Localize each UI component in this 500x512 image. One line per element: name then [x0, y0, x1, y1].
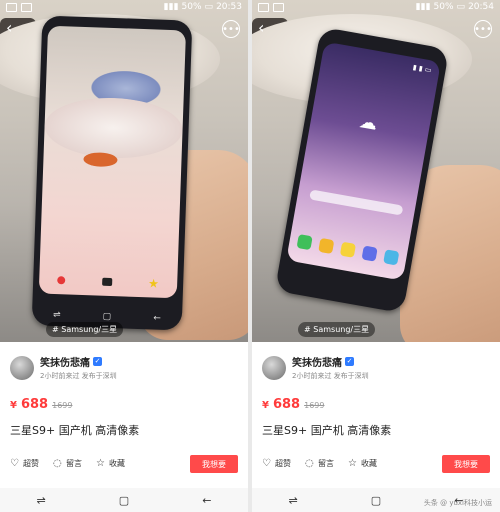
action-bar: ♡ 超赞 ◌ 留言 ☆ 收藏 [262, 458, 377, 469]
recent-apps-button[interactable]: ⇌ [289, 494, 298, 507]
status-bar: ▮▮▮ 50% ▭ 20:53 [0, 0, 248, 14]
home-button[interactable]: ▢ [371, 494, 381, 507]
search-bar [309, 189, 404, 216]
seller-name[interactable]: 笑抹伤悲痛 [292, 354, 342, 369]
watermark: 头条 @ yuxi科技小运 [423, 499, 492, 507]
heart-icon: ♡ [262, 457, 271, 469]
mini-status: ▮ ▮ ▭ [412, 63, 433, 75]
like-button[interactable]: ♡ 超赞 [10, 458, 39, 469]
camera-app-icon [383, 249, 400, 266]
signal-icon: ▮▮▮ [415, 2, 431, 12]
original-price: 1699 [304, 401, 325, 410]
price: 688 [20, 397, 49, 412]
favorite-label: 收藏 [109, 459, 125, 468]
browser-app-icon [361, 245, 378, 262]
like-button[interactable]: ♡ 超赞 [262, 458, 291, 469]
like-label: 超赞 [23, 459, 39, 468]
app-dock [295, 234, 400, 271]
listing-title: 三星S9+ 国产机 高清像素 [10, 424, 140, 437]
star-outline-icon: ☆ [96, 457, 105, 469]
listing-title: 三星S9+ 国产机 高清像素 [262, 424, 392, 437]
verified-icon: ✓ [345, 357, 354, 366]
seller-row[interactable]: 笑抹伤悲痛 ✓ 2小时前来过 发布于深圳 [262, 354, 369, 381]
signal-icon: ▮▮▮ [163, 2, 179, 12]
gallery-icon [6, 2, 17, 12]
star-icon: ★ [147, 276, 160, 291]
more-icon: ••• [474, 23, 492, 35]
record-dot-icon [57, 276, 66, 285]
price-row: ¥ 688 1699 [262, 397, 324, 412]
seller-meta: 2小时前来过 发布于深圳 [292, 372, 369, 380]
currency-symbol: ¥ [10, 400, 17, 411]
notification-icon [21, 2, 32, 12]
avatar[interactable] [10, 355, 34, 380]
time: 20:54 [468, 2, 494, 12]
price: 688 [272, 397, 301, 412]
want-button[interactable]: 我想要 [190, 455, 238, 473]
recent-icon: ⇌ [52, 310, 61, 321]
favorite-button[interactable]: ☆ 收藏 [348, 458, 377, 469]
camera-controls: ★ [39, 266, 178, 299]
recent-apps-button[interactable]: ⇌ [37, 494, 46, 507]
phone-app-icon [296, 234, 313, 251]
heart-icon: ♡ [10, 457, 19, 469]
phone-screen: ★ [38, 25, 187, 299]
camera-icon [101, 277, 112, 287]
comment-label: 留言 [66, 459, 82, 468]
cloud-icon: ☁ [357, 110, 379, 135]
want-button[interactable]: 我想要 [442, 455, 490, 473]
comparison-screenshot: ★ ⇌ ▢ ← ▮▮▮ 50% ▭ 20:53 ‹ ••• # Samsung/… [0, 0, 500, 512]
battery-percent: 50% [181, 2, 202, 12]
seller-meta: 2小时前来过 发布于深圳 [40, 372, 117, 380]
home-icon: ▢ [102, 311, 112, 323]
more-icon: ••• [222, 23, 240, 35]
chat-icon: ◌ [305, 457, 314, 469]
favorite-label: 收藏 [361, 459, 377, 468]
chat-icon: ◌ [53, 457, 62, 469]
listing-info: 笑抹伤悲痛 ✓ 2小时前来过 发布于深圳 ¥ 688 1699 三星S9+ 国产… [252, 342, 500, 512]
seller-row[interactable]: 笑抹伤悲痛 ✓ 2小时前来过 发布于深圳 [10, 354, 117, 381]
product-photo[interactable]: ★ ⇌ ▢ ← ▮▮▮ 50% ▭ 20:53 ‹ ••• # Samsung/… [0, 0, 248, 342]
verified-icon: ✓ [93, 357, 102, 366]
brand-tag[interactable]: # Samsung/三星 [298, 322, 376, 337]
more-button[interactable]: ••• [222, 20, 240, 38]
status-bar: ▮▮▮ 50% ▭ 20:54 [252, 0, 500, 14]
seller-name[interactable]: 笑抹伤悲痛 [40, 354, 90, 369]
like-label: 超赞 [275, 459, 291, 468]
gallery-icon [258, 2, 269, 12]
home-button[interactable]: ▢ [119, 494, 129, 507]
system-nav-bar: ⇌ ▢ ← [0, 488, 248, 512]
avatar[interactable] [262, 355, 286, 380]
listing-info: 笑抹伤悲痛 ✓ 2小时前来过 发布于深圳 ¥ 688 1699 三星S9+ 国产… [0, 342, 248, 512]
price-row: ¥ 688 1699 [10, 397, 72, 412]
action-bar: ♡ 超赞 ◌ 留言 ☆ 收藏 [10, 458, 125, 469]
brand-tag[interactable]: # Samsung/三星 [46, 322, 124, 337]
original-price: 1699 [52, 401, 73, 410]
messages-app-icon [339, 241, 357, 258]
battery-icon: ▭ [204, 2, 214, 12]
product-photo[interactable]: ▮ ▮ ▭ ☁ ▮▮▮ 50% ▭ 20:54 ‹ ••• # Samsung/… [252, 0, 500, 342]
more-button[interactable]: ••• [474, 20, 492, 38]
comment-button[interactable]: ◌ 留言 [305, 458, 334, 469]
comment-button[interactable]: ◌ 留言 [53, 458, 82, 469]
battery-icon: ▭ [456, 2, 466, 12]
favorite-button[interactable]: ☆ 收藏 [96, 458, 125, 469]
listing-panel-right: ▮ ▮ ▭ ☁ ▮▮▮ 50% ▭ 20:54 ‹ ••• # Samsung/… [252, 0, 500, 512]
star-outline-icon: ☆ [348, 457, 357, 469]
system-back-button[interactable]: ← [202, 494, 211, 507]
phone-device: ★ ⇌ ▢ ← [31, 15, 193, 331]
chevron-left-icon: ‹ [6, 18, 13, 37]
back-button[interactable]: ‹ [6, 20, 12, 36]
contacts-app-icon [318, 237, 335, 255]
battery-percent: 50% [433, 2, 454, 12]
currency-symbol: ¥ [262, 400, 269, 411]
time: 20:53 [216, 2, 242, 12]
back-icon: ← [153, 313, 162, 324]
notification-icon [273, 2, 284, 12]
back-button[interactable]: ‹ [258, 20, 264, 36]
comment-label: 留言 [318, 459, 334, 468]
chevron-left-icon: ‹ [258, 18, 265, 37]
listing-panel-left: ★ ⇌ ▢ ← ▮▮▮ 50% ▭ 20:53 ‹ ••• # Samsung/… [0, 0, 248, 512]
